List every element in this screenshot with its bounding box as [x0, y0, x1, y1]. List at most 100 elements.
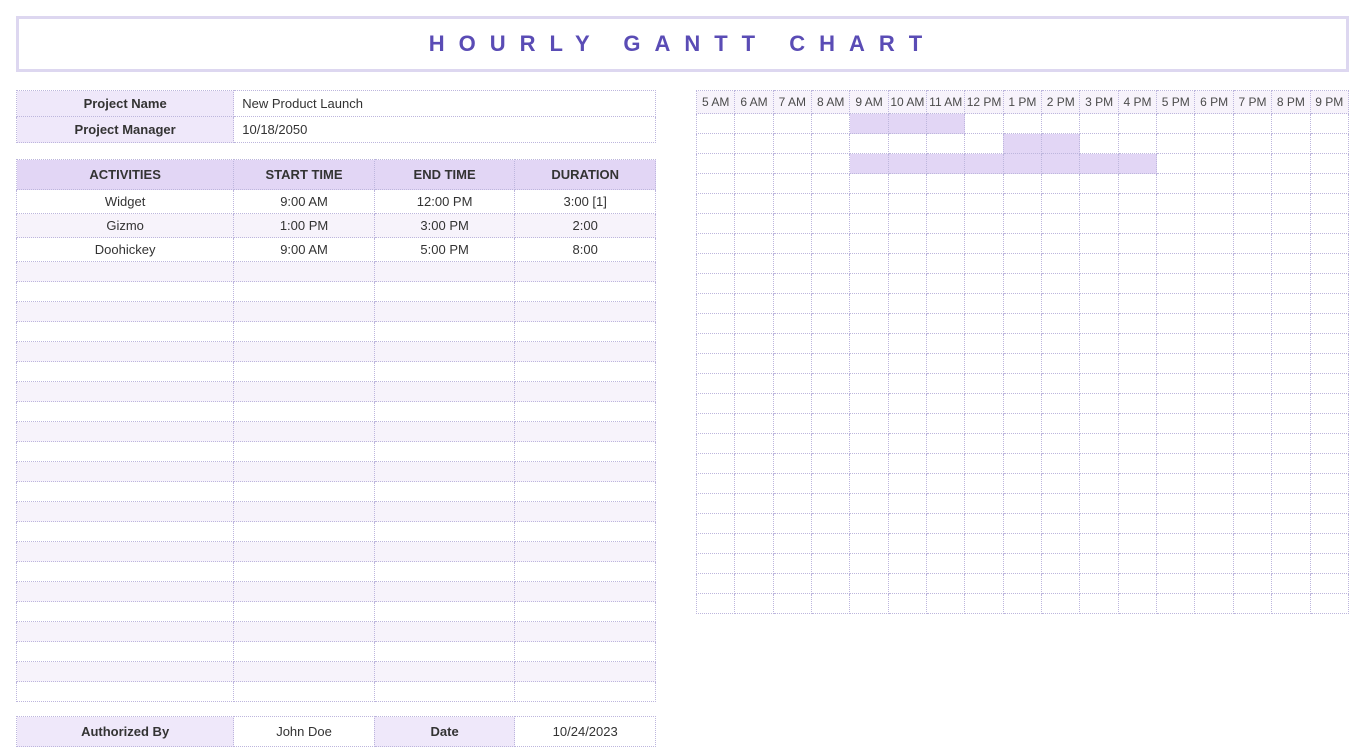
gantt-cell[interactable]	[1157, 534, 1195, 554]
gantt-cell[interactable]	[927, 134, 965, 154]
gantt-cell[interactable]	[697, 174, 735, 194]
gantt-cell[interactable]	[1080, 334, 1118, 354]
gantt-cell[interactable]	[888, 514, 926, 534]
gantt-cell[interactable]	[1157, 514, 1195, 534]
gantt-cell[interactable]	[812, 454, 850, 474]
gantt-cell[interactable]	[1042, 234, 1080, 254]
gantt-cell[interactable]	[1310, 514, 1349, 534]
gantt-cell[interactable]	[697, 114, 735, 134]
gantt-cell[interactable]	[812, 274, 850, 294]
gantt-cell[interactable]	[773, 514, 811, 534]
gantt-cell[interactable]	[1042, 114, 1080, 134]
gantt-cell[interactable]	[1080, 554, 1118, 574]
gantt-cell[interactable]	[1042, 514, 1080, 534]
gantt-cell[interactable]	[735, 474, 773, 494]
gantt-cell[interactable]	[1272, 294, 1310, 314]
gantt-cell[interactable]	[1080, 274, 1118, 294]
gantt-cell[interactable]	[1233, 534, 1271, 554]
gantt-cell[interactable]	[888, 294, 926, 314]
gantt-cell[interactable]	[1195, 454, 1233, 474]
gantt-cell[interactable]	[812, 514, 850, 534]
gantt-cell[interactable]	[735, 314, 773, 334]
gantt-cell[interactable]	[773, 534, 811, 554]
gantt-cell[interactable]	[1195, 194, 1233, 214]
gantt-cell[interactable]	[927, 534, 965, 554]
gantt-cell[interactable]	[1272, 314, 1310, 334]
gantt-cell[interactable]	[812, 574, 850, 594]
gantt-cell[interactable]	[1310, 534, 1349, 554]
gantt-cell[interactable]	[1272, 594, 1310, 614]
gantt-cell[interactable]	[927, 354, 965, 374]
gantt-cell[interactable]	[735, 134, 773, 154]
gantt-cell[interactable]	[1272, 354, 1310, 374]
gantt-cell[interactable]	[735, 534, 773, 554]
gantt-cell[interactable]	[1042, 194, 1080, 214]
cell-start[interactable]: 1:00 PM	[234, 214, 375, 238]
gantt-cell[interactable]	[697, 294, 735, 314]
gantt-cell[interactable]	[697, 254, 735, 274]
gantt-cell[interactable]	[888, 574, 926, 594]
gantt-cell[interactable]	[1118, 134, 1156, 154]
gantt-cell[interactable]	[773, 314, 811, 334]
gantt-cell[interactable]	[1157, 134, 1195, 154]
gantt-cell[interactable]	[965, 434, 1003, 454]
gantt-cell[interactable]	[697, 474, 735, 494]
gantt-cell[interactable]	[965, 234, 1003, 254]
gantt-cell[interactable]	[888, 274, 926, 294]
gantt-cell[interactable]	[850, 334, 888, 354]
gantt-cell[interactable]	[965, 574, 1003, 594]
gantt-cell[interactable]	[850, 134, 888, 154]
gantt-cell[interactable]	[1195, 514, 1233, 534]
gantt-cell[interactable]	[927, 574, 965, 594]
gantt-cell[interactable]	[888, 174, 926, 194]
gantt-cell[interactable]	[1118, 174, 1156, 194]
gantt-cell[interactable]	[965, 294, 1003, 314]
gantt-cell[interactable]	[1310, 554, 1349, 574]
project-name-value[interactable]: New Product Launch	[234, 91, 656, 117]
gantt-cell[interactable]	[773, 154, 811, 174]
gantt-cell[interactable]	[812, 594, 850, 614]
gantt-cell[interactable]	[1157, 154, 1195, 174]
gantt-cell[interactable]	[888, 554, 926, 574]
gantt-cell[interactable]	[735, 454, 773, 474]
gantt-cell[interactable]	[927, 494, 965, 514]
gantt-cell[interactable]	[850, 374, 888, 394]
gantt-cell[interactable]	[888, 374, 926, 394]
gantt-cell[interactable]	[1233, 274, 1271, 294]
gantt-cell[interactable]	[773, 414, 811, 434]
gantt-cell[interactable]	[1157, 474, 1195, 494]
gantt-cell[interactable]	[888, 214, 926, 234]
gantt-cell[interactable]	[1310, 294, 1349, 314]
gantt-cell[interactable]	[1157, 454, 1195, 474]
gantt-bar-segment[interactable]	[965, 154, 1003, 174]
gantt-cell[interactable]	[850, 514, 888, 534]
gantt-cell[interactable]	[1003, 494, 1041, 514]
gantt-cell[interactable]	[1118, 274, 1156, 294]
gantt-cell[interactable]	[1272, 434, 1310, 454]
gantt-cell[interactable]	[888, 234, 926, 254]
gantt-cell[interactable]	[1080, 494, 1118, 514]
cell-activity-name[interactable]: Doohickey	[17, 238, 234, 262]
gantt-cell[interactable]	[1195, 574, 1233, 594]
gantt-cell[interactable]	[735, 114, 773, 134]
gantt-cell[interactable]	[1080, 594, 1118, 614]
gantt-cell[interactable]	[1157, 354, 1195, 374]
gantt-cell[interactable]	[1195, 534, 1233, 554]
gantt-cell[interactable]	[850, 414, 888, 434]
gantt-cell[interactable]	[965, 494, 1003, 514]
gantt-cell[interactable]	[735, 574, 773, 594]
gantt-cell[interactable]	[1003, 194, 1041, 214]
gantt-cell[interactable]	[1310, 594, 1349, 614]
gantt-cell[interactable]	[1157, 574, 1195, 594]
gantt-cell[interactable]	[735, 514, 773, 534]
gantt-cell[interactable]	[850, 474, 888, 494]
gantt-cell[interactable]	[927, 414, 965, 434]
gantt-cell[interactable]	[773, 454, 811, 474]
gantt-cell[interactable]	[1157, 334, 1195, 354]
gantt-cell[interactable]	[850, 554, 888, 574]
gantt-cell[interactable]	[773, 374, 811, 394]
gantt-cell[interactable]	[850, 534, 888, 554]
gantt-cell[interactable]	[1003, 354, 1041, 374]
gantt-cell[interactable]	[697, 214, 735, 234]
gantt-cell[interactable]	[1233, 374, 1271, 394]
